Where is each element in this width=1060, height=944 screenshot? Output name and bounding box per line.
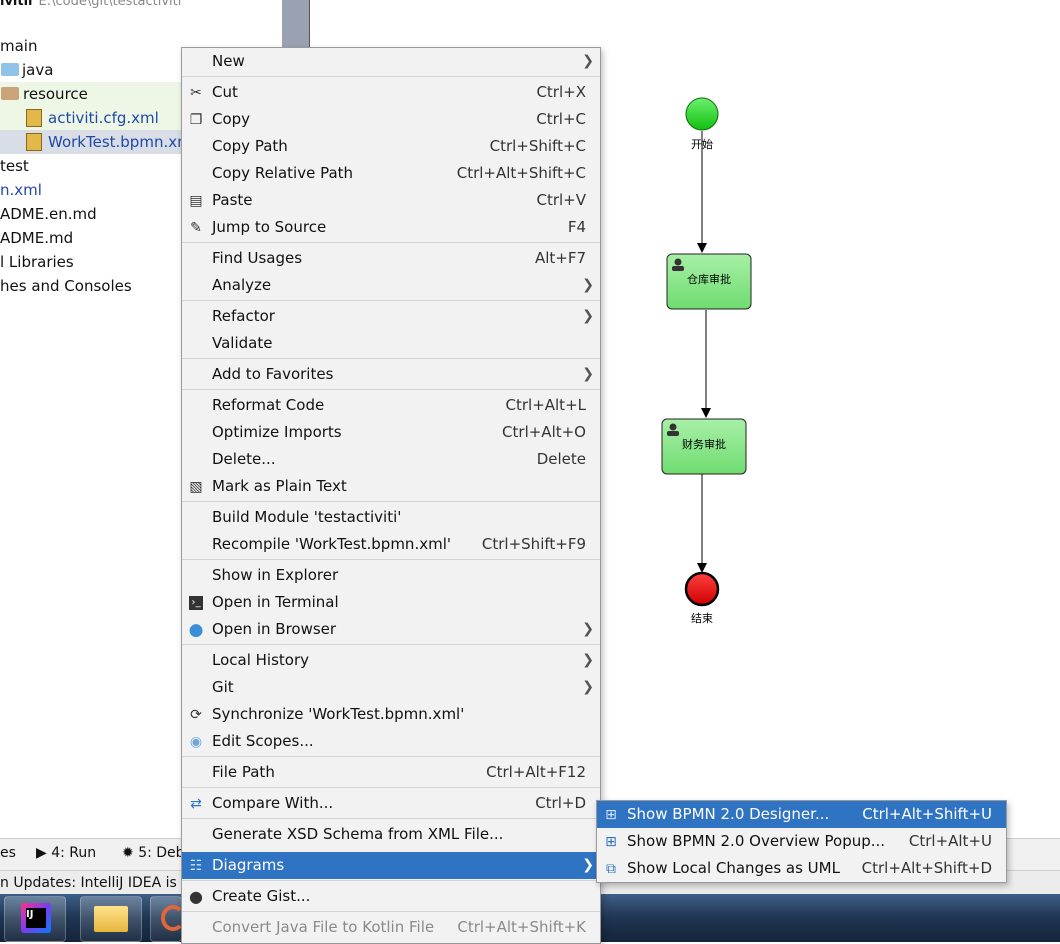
end-event[interactable] xyxy=(684,571,720,607)
taskbar-browser-button[interactable] xyxy=(150,896,185,942)
taskbar-explorer-button[interactable] xyxy=(80,896,142,942)
menu-item-refactor[interactable]: Refactor ❯ xyxy=(182,303,600,330)
start-event[interactable] xyxy=(685,97,719,131)
menu-item-reformat-code[interactable]: Reformat Code Ctrl+Alt+L xyxy=(182,392,600,419)
menu-item-show-in-explorer[interactable]: Show in Explorer xyxy=(182,562,600,589)
tree-node-test[interactable]: test xyxy=(0,154,29,178)
menu-item-diagrams[interactable]: ☷ Diagrams ❯ xyxy=(182,852,600,879)
github-icon: ● xyxy=(189,887,203,906)
menu-item-local-history[interactable]: Local History ❯ xyxy=(182,647,600,674)
user-task-warehouse-label: 仓库审批 xyxy=(687,272,731,286)
chevron-right-icon: ❯ xyxy=(582,857,594,873)
menu-item-generate-xsd[interactable]: Generate XSD Schema from XML File... xyxy=(182,821,600,848)
globe-icon: ● xyxy=(188,620,204,640)
resource-folder-icon xyxy=(1,87,19,100)
menu-item-jump-to-source[interactable]: ✎ Jump to Source F4 xyxy=(182,214,600,241)
menu-item-open-in-terminal[interactable]: ›_ Open in Terminal xyxy=(182,589,600,616)
menu-item-add-to-favorites[interactable]: Add to Favorites ❯ xyxy=(182,361,600,388)
menu-item-open-in-browser[interactable]: ● Open in Browser ❯ xyxy=(182,616,600,643)
uml-icon: ⧉ xyxy=(606,861,616,877)
tree-node-scratches[interactable]: hes and Consoles xyxy=(0,274,132,298)
bug-icon: ✹ xyxy=(122,845,139,861)
chevron-right-icon: ❯ xyxy=(582,366,594,382)
menu-item-validate[interactable]: Validate xyxy=(182,330,600,357)
menu-item-copy-relative-path[interactable]: Copy Relative Path Ctrl+Alt+Shift+C xyxy=(182,160,600,187)
tree-node-readme[interactable]: ADME.md xyxy=(0,226,73,250)
tool-window-run[interactable]: ▶ 4: Run xyxy=(36,845,96,861)
menu-item-synchronize[interactable]: ⟳ Synchronize 'WorkTest.bpmn.xml' xyxy=(182,701,600,728)
taskbar-intellij-button[interactable]: IJ xyxy=(4,896,66,942)
compare-arrows-icon: ⇄ xyxy=(190,796,202,812)
scope-icon: ◉ xyxy=(189,734,203,750)
chevron-right-icon: ❯ xyxy=(582,621,594,637)
intellij-icon: IJ xyxy=(21,903,51,933)
menu-item-copy[interactable]: ❐ Copy Ctrl+C xyxy=(182,106,600,133)
end-event-label: 结束 xyxy=(691,612,713,625)
menu-item-build-module[interactable]: Build Module 'testactiviti' xyxy=(182,504,600,531)
menu-item-find-usages[interactable]: Find Usages Alt+F7 xyxy=(182,245,600,272)
menu-item-edit-scopes[interactable]: ◉ Edit Scopes... xyxy=(182,728,600,755)
chevron-right-icon: ❯ xyxy=(582,308,594,324)
tree-node-readme-en[interactable]: ADME.en.md xyxy=(0,202,97,226)
menu-item-recompile[interactable]: Recompile 'WorkTest.bpmn.xml' Ctrl+Shift+… xyxy=(182,531,600,558)
bpmn-icon: ⊞ xyxy=(605,834,617,850)
menu-item-copy-path[interactable]: Copy Path Ctrl+Shift+C xyxy=(182,133,600,160)
chevron-right-icon: ❯ xyxy=(582,277,594,293)
chevron-right-icon: ❯ xyxy=(582,652,594,668)
tree-node-external-libraries[interactable]: l Libraries xyxy=(0,250,74,274)
menu-item-compare-with[interactable]: ⇄ Compare With... Ctrl+D xyxy=(182,790,600,817)
menu-item-optimize-imports[interactable]: Optimize Imports Ctrl+Alt+O xyxy=(182,419,600,446)
folder-icon xyxy=(94,906,128,932)
menu-item-analyze[interactable]: Analyze ❯ xyxy=(182,272,600,299)
menu-item-mark-as-plain-text[interactable]: ▧ Mark as Plain Text xyxy=(182,473,600,500)
sync-icon: ⟳ xyxy=(190,707,202,723)
copy-icon: ❐ xyxy=(189,112,203,128)
chevron-right-icon: ❯ xyxy=(582,679,594,695)
tree-node-main[interactable]: main xyxy=(0,34,37,58)
menu-item-paste[interactable]: ▤ Paste Ctrl+V xyxy=(182,187,600,214)
diagrams-submenu: ⊞ Show BPMN 2.0 Designer... Ctrl+Alt+Shift… xyxy=(596,800,1007,883)
pencil-icon: ✎ xyxy=(190,220,202,236)
scissors-icon: ✂ xyxy=(190,85,202,101)
bpmn-icon: ⊞ xyxy=(605,807,617,823)
chevron-right-icon: ❯ xyxy=(582,53,594,69)
run-icon: ▶ xyxy=(36,845,52,861)
menu-item-create-gist[interactable]: ● Create Gist... xyxy=(182,883,600,910)
xml-file-icon xyxy=(26,109,42,127)
diagram-icon: ☷ xyxy=(189,858,203,874)
menu-item-show-bpmn-designer[interactable]: ⊞ Show BPMN 2.0 Designer... Ctrl+Alt+Shift… xyxy=(597,801,1006,828)
menu-item-convert-to-kotlin[interactable]: Convert Java File to Kotlin File Ctrl+Alt… xyxy=(182,914,600,941)
project-title: ivitii E:\code\git\testactiviti xyxy=(0,0,182,9)
plain-text-file-icon: ▧ xyxy=(189,479,203,495)
xml-file-icon xyxy=(26,133,42,151)
tool-window-debug[interactable]: ✹ 5: Deb xyxy=(122,845,185,861)
tree-node-pom[interactable]: n.xml xyxy=(0,178,42,202)
menu-item-show-local-changes-uml[interactable]: ⧉ Show Local Changes as UML Ctrl+Alt+Shift… xyxy=(597,855,1006,882)
user-task-finance-label: 财务审批 xyxy=(682,437,726,451)
menu-item-file-path[interactable]: File Path Ctrl+Alt+F12 xyxy=(182,759,600,786)
start-event-label: 开始 xyxy=(691,137,713,151)
context-menu: New ❯ ✂ Cut Ctrl+X ❐ Copy Ctrl+C Copy Path Ctr… xyxy=(181,47,601,944)
menu-item-new[interactable]: New ❯ xyxy=(182,48,600,75)
clipboard-icon: ▤ xyxy=(189,193,203,209)
folder-icon xyxy=(1,63,19,76)
panel-splitter[interactable] xyxy=(282,0,310,48)
terminal-icon: ›_ xyxy=(189,596,203,610)
tool-window-stub[interactable]: es xyxy=(0,845,16,861)
menu-item-git[interactable]: Git ❯ xyxy=(182,674,600,701)
menu-item-show-bpmn-overview[interactable]: ⊞ Show BPMN 2.0 Overview Popup... Ctrl+Alt… xyxy=(597,828,1006,855)
menu-item-delete[interactable]: Delete... Delete xyxy=(182,446,600,473)
menu-item-cut[interactable]: ✂ Cut Ctrl+X xyxy=(182,79,600,106)
